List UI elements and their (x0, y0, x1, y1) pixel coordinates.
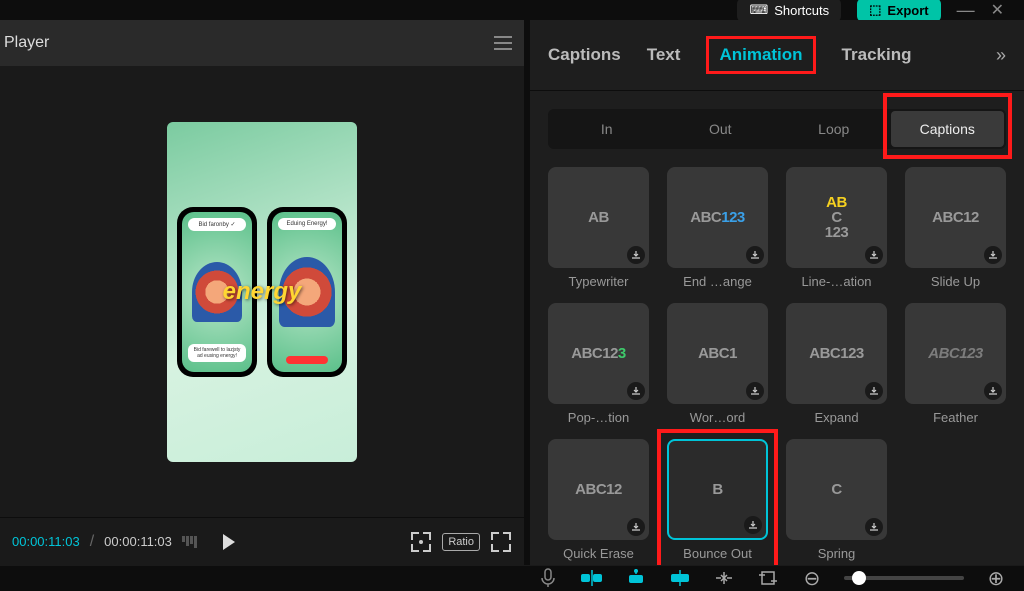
download-icon[interactable] (744, 516, 762, 534)
animation-thumbnail[interactable]: C (786, 439, 887, 540)
player-panel: Player Bid faronby ✓ Bid farewell to laz… (0, 20, 524, 565)
subtab-in[interactable]: In (550, 111, 664, 147)
microphone-icon[interactable] (536, 566, 560, 590)
download-icon[interactable] (984, 246, 1002, 264)
animation-thumbnail[interactable]: ABC1 (667, 303, 768, 404)
animation-label: Quick Erase (548, 546, 649, 561)
animation-item[interactable]: ABC12 Quick Erase (548, 439, 649, 561)
animation-item[interactable]: ABC123 Expand (786, 303, 887, 425)
tab-animation[interactable]: Animation (706, 36, 815, 74)
tab-captions[interactable]: Captions (548, 45, 621, 65)
crop-icon[interactable] (756, 566, 780, 590)
snap-right-icon[interactable] (668, 566, 692, 590)
animation-thumbnail[interactable]: ABC123 (667, 167, 768, 268)
player-controls: 00:00:11:03 / 00:00:11:03 Ratio (0, 517, 524, 565)
export-button[interactable]: ⬚ Export (857, 0, 940, 22)
player-menu-icon[interactable] (494, 36, 512, 50)
animation-label: Expand (786, 410, 887, 425)
animation-thumbnail[interactable]: ABC12 (548, 439, 649, 540)
download-icon[interactable] (627, 382, 645, 400)
download-icon[interactable] (746, 246, 764, 264)
animation-label: Bounce Out (667, 546, 768, 561)
bottom-toolbar: ⊖ ⊕ (0, 565, 1024, 590)
animation-label: Wor…ord (667, 410, 768, 425)
animation-item[interactable]: B Bounce Out (667, 439, 768, 561)
download-icon[interactable] (984, 382, 1002, 400)
animation-item[interactable]: C Spring (786, 439, 887, 561)
timecode-total: 00:00:11:03 (104, 534, 172, 549)
animation-item[interactable]: ABC123 Feather (905, 303, 1006, 425)
animation-thumbnail[interactable]: ABC123 (786, 303, 887, 404)
animation-thumbnail[interactable]: ABC12 (905, 167, 1006, 268)
preview-area[interactable]: Bid faronby ✓ Bid farewell to lazjsty ad… (0, 66, 524, 517)
download-icon[interactable] (627, 246, 645, 264)
ratio-button[interactable]: Ratio (442, 533, 480, 551)
animation-label: Feather (905, 410, 1006, 425)
shortcuts-button[interactable]: ⌨ Shortcuts (737, 0, 841, 22)
animation-label: Spring (786, 546, 887, 561)
animation-label: Line-…ation (786, 274, 887, 289)
keyboard-icon: ⌨ (749, 2, 768, 18)
subtab-captions[interactable]: Captions (891, 111, 1005, 147)
animation-thumbnail[interactable]: ABC123 (548, 303, 649, 404)
zoom-in-icon[interactable]: ⊕ (984, 566, 1008, 590)
snap-center-icon[interactable] (624, 566, 648, 590)
download-icon[interactable] (865, 246, 883, 264)
download-icon[interactable] (865, 518, 883, 536)
minimize-icon[interactable]: — (957, 0, 975, 21)
download-icon[interactable] (865, 382, 883, 400)
more-tabs-icon[interactable]: » (996, 45, 1006, 66)
focus-frame-icon[interactable] (410, 531, 432, 553)
animation-item[interactable]: ABC123 End …ange (667, 167, 768, 289)
audio-levels-icon (182, 536, 197, 548)
animation-label: Typewriter (548, 274, 649, 289)
close-icon[interactable]: ✕ (991, 0, 1004, 20)
animation-item[interactable]: ABC123 Line-…ation (786, 167, 887, 289)
tab-text[interactable]: Text (647, 45, 681, 65)
zoom-out-icon[interactable]: ⊖ (800, 566, 824, 590)
caption-overlay: energy (223, 278, 302, 306)
animation-item[interactable]: AB Typewriter (548, 167, 649, 289)
animation-item[interactable]: ABC1 Wor…ord (667, 303, 768, 425)
player-title: Player (4, 34, 49, 52)
subtab-loop[interactable]: Loop (777, 111, 891, 147)
split-icon[interactable] (712, 566, 736, 590)
properties-panel: Captions Text Animation Tracking » In Ou… (524, 20, 1024, 565)
animation-item[interactable]: ABC12 Slide Up (905, 167, 1006, 289)
download-icon[interactable] (627, 518, 645, 536)
animation-thumbnail[interactable]: ABC123 (786, 167, 887, 268)
animation-thumbnail[interactable]: AB (548, 167, 649, 268)
zoom-slider[interactable] (844, 576, 964, 580)
animation-thumbnail[interactable]: B (667, 439, 768, 540)
snap-left-icon[interactable] (580, 566, 604, 590)
timecode-current[interactable]: 00:00:11:03 (12, 534, 80, 549)
animation-label: Slide Up (905, 274, 1006, 289)
download-icon[interactable] (746, 382, 764, 400)
tab-tracking[interactable]: Tracking (842, 45, 912, 65)
animation-label: End …ange (667, 274, 768, 289)
animation-item[interactable]: ABC123 Pop-…tion (548, 303, 649, 425)
fullscreen-icon[interactable] (490, 531, 512, 553)
animation-label: Pop-…tion (548, 410, 649, 425)
play-button[interactable] (223, 534, 235, 550)
subtab-out[interactable]: Out (664, 111, 778, 147)
animation-thumbnail[interactable]: ABC123 (905, 303, 1006, 404)
export-icon: ⬚ (869, 2, 881, 18)
